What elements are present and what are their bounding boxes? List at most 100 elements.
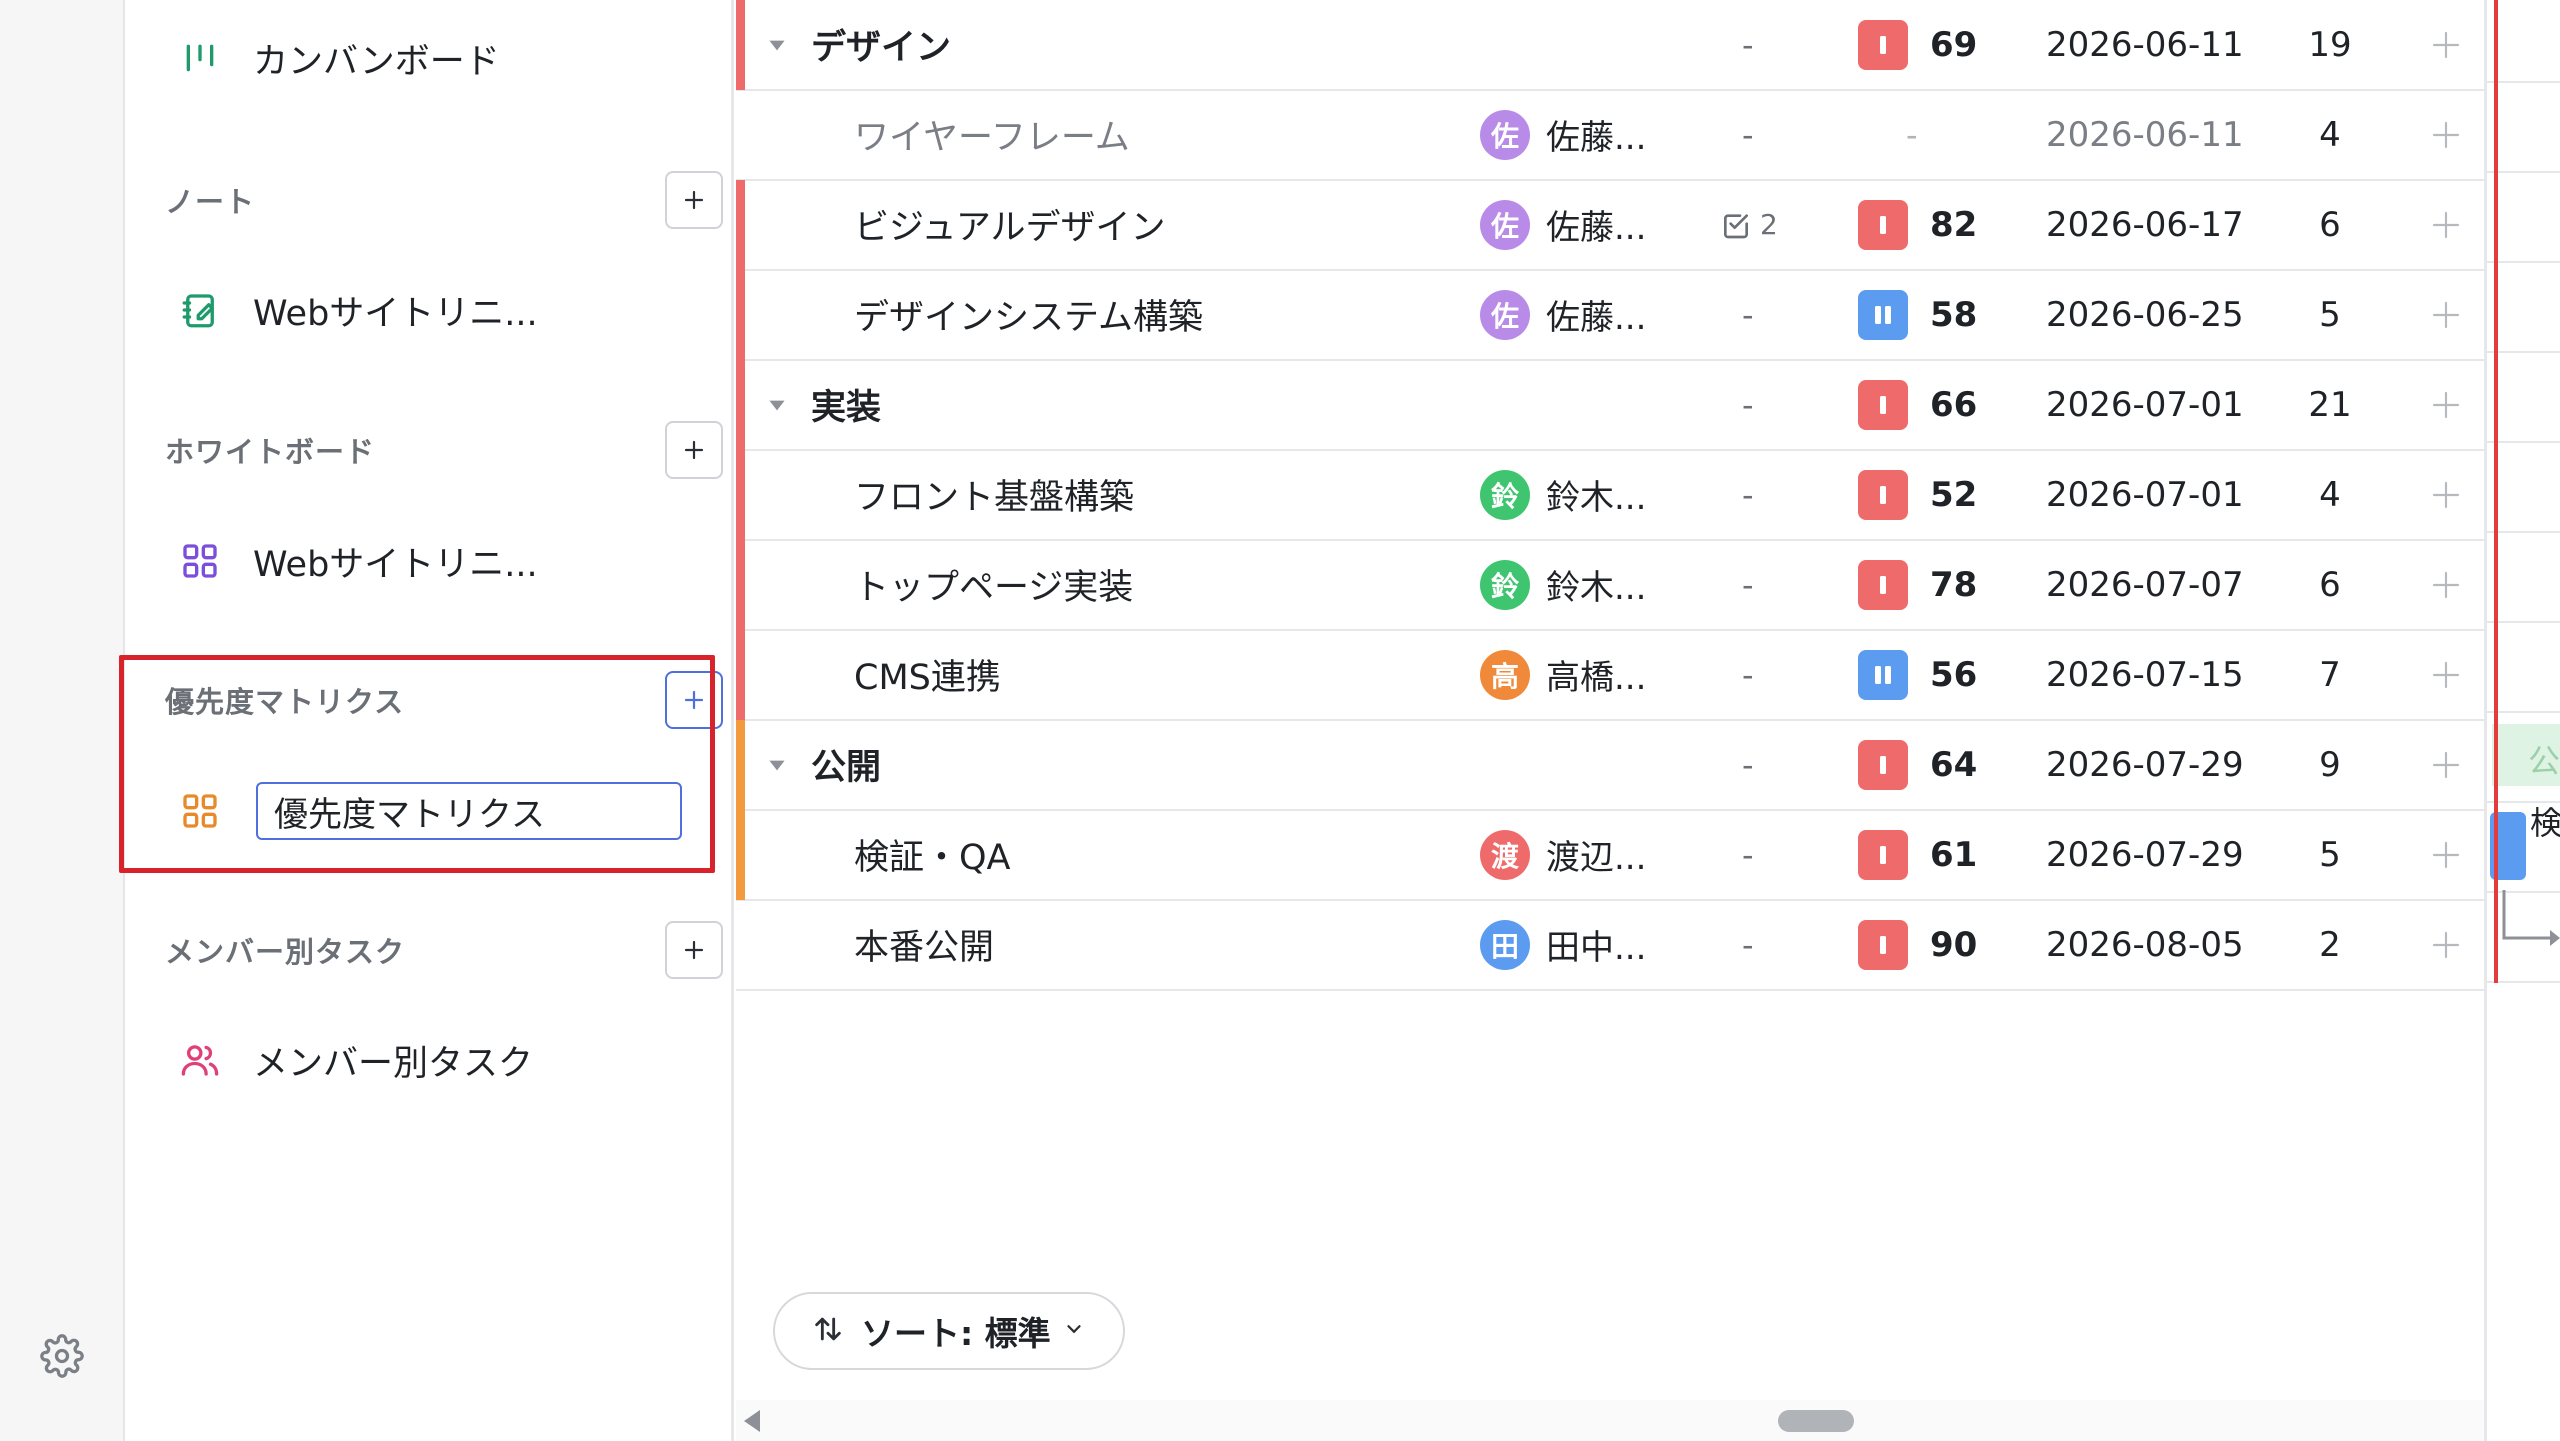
- whiteboard-icon: [177, 538, 223, 584]
- add-subtask-icon[interactable]: [2430, 900, 2462, 989]
- collapse-caret-icon[interactable]: [764, 0, 790, 89]
- assignee-cell[interactable]: 鈴鈴木...: [1480, 540, 1646, 629]
- task-name-cell[interactable]: フロント基盤構築: [854, 450, 1134, 539]
- count-value: 7: [2319, 654, 2341, 695]
- group-row[interactable]: 公開 - 64 2026-07-29 9: [736, 720, 2498, 811]
- priority-cell[interactable]: -: [1906, 90, 1918, 179]
- count-value: 9: [2319, 744, 2341, 785]
- avatar: 鈴: [1480, 559, 1530, 610]
- assignee-cell[interactable]: 田田中...: [1480, 900, 1646, 989]
- task-row[interactable]: CMS連携 高高橋... - 56 2026-07-15 7: [736, 630, 2498, 721]
- assignee-cell[interactable]: 渡渡辺...: [1480, 810, 1646, 899]
- horizontal-scrollbar[interactable]: [736, 1400, 2498, 1441]
- priority-cell[interactable]: 66: [1858, 360, 1977, 449]
- status-stripe: [736, 0, 745, 90]
- status-stripe: [736, 630, 745, 720]
- task-name-cell[interactable]: デザイン: [811, 0, 951, 89]
- add-subtask-icon[interactable]: [2430, 810, 2462, 899]
- scroll-left-icon[interactable]: [744, 1410, 760, 1432]
- priority-cell[interactable]: 61: [1858, 810, 1977, 899]
- add-subtask-icon[interactable]: [2430, 450, 2462, 539]
- due-date-cell[interactable]: 2026-06-17: [2046, 180, 2244, 269]
- checklist-cell: -: [1742, 720, 1754, 809]
- due-date-cell[interactable]: 2026-07-29: [2046, 810, 2244, 899]
- due-date-cell[interactable]: 2026-07-29: [2046, 720, 2244, 809]
- group-row[interactable]: 実装 - 66 2026-07-01 21: [736, 360, 2498, 451]
- add-subtask-icon[interactable]: [2430, 180, 2462, 269]
- task-name: CMS連携: [854, 658, 1001, 698]
- task-name: デザイン: [811, 28, 952, 68]
- task-name-cell[interactable]: ワイヤーフレーム: [854, 90, 1130, 179]
- add-subtask-icon[interactable]: [2430, 360, 2462, 449]
- add-subtask-icon[interactable]: [2430, 630, 2462, 719]
- due-date-cell[interactable]: 2026-07-01: [2046, 450, 2244, 539]
- gantt-bar-label: 公開: [2528, 742, 2560, 780]
- task-row[interactable]: デザインシステム構築 佐佐藤... - 58 2026-06-25 5: [736, 270, 2498, 361]
- priority-cell[interactable]: 56: [1858, 630, 1977, 719]
- group-row[interactable]: デザイン - 69 2026-06-11 19: [736, 0, 2498, 91]
- priority-score: 69: [1930, 24, 1978, 65]
- task-name-cell[interactable]: 本番公開: [854, 900, 994, 989]
- task-name-cell[interactable]: CMS連携: [854, 630, 1001, 719]
- collapse-caret-icon[interactable]: [764, 360, 790, 449]
- priority-cell[interactable]: 82: [1858, 180, 1977, 269]
- assignee-cell[interactable]: 高高橋...: [1480, 630, 1646, 719]
- priority-score: 64: [1930, 744, 1978, 785]
- scrollbar-thumb[interactable]: [1778, 1410, 1854, 1432]
- sidebar-item-member-tasks[interactable]: メンバー別タスク: [177, 1025, 717, 1095]
- collapse-caret-icon[interactable]: [764, 720, 790, 809]
- assignee-cell[interactable]: 佐佐藤...: [1480, 270, 1646, 359]
- section-header-whiteboard: ホワイトボード: [165, 418, 725, 482]
- add-subtask-icon[interactable]: [2430, 0, 2462, 89]
- due-date-cell[interactable]: 2026-06-11: [2046, 0, 2244, 89]
- priority-score: 82: [1930, 204, 1978, 245]
- sidebar-item-note[interactable]: Webサイトリニ...: [177, 275, 717, 345]
- task-row[interactable]: ビジュアルデザイン 佐佐藤... 2 82 2026-06-17 6: [736, 180, 2498, 271]
- sort-button[interactable]: ソート: 標準: [773, 1292, 1125, 1370]
- priority-cell[interactable]: 52: [1858, 450, 1977, 539]
- assignee-cell[interactable]: 佐佐藤...: [1480, 90, 1646, 179]
- task-name-cell[interactable]: ビジュアルデザイン: [854, 180, 1166, 269]
- priority-cell[interactable]: 64: [1858, 720, 1977, 809]
- priority-score: 78: [1930, 564, 1978, 605]
- add-subtask-icon[interactable]: [2430, 540, 2462, 629]
- checklist-cell: 2: [1720, 180, 1778, 269]
- task-name-cell[interactable]: デザインシステム構築: [854, 270, 1203, 359]
- priority-cell[interactable]: 58: [1858, 270, 1977, 359]
- due-date-cell[interactable]: 2026-08-05: [2046, 900, 2244, 989]
- settings-gear-icon[interactable]: [36, 1330, 88, 1382]
- assignee-cell[interactable]: 佐佐藤...: [1480, 180, 1646, 269]
- task-row[interactable]: 本番公開 田田中... - 90 2026-08-05 2: [736, 900, 2498, 991]
- task-row[interactable]: トップページ実装 鈴鈴木... - 78 2026-07-07 6: [736, 540, 2498, 631]
- checklist-cell: -: [1742, 0, 1754, 89]
- task-name-cell[interactable]: 実装: [811, 360, 881, 449]
- assignee-cell[interactable]: 鈴鈴木...: [1480, 450, 1646, 539]
- priority-cell[interactable]: 90: [1858, 900, 1977, 989]
- add-subtask-icon[interactable]: [2430, 720, 2462, 809]
- add-whiteboard-button[interactable]: [665, 421, 723, 479]
- priority-cell[interactable]: 78: [1858, 540, 1977, 629]
- task-row[interactable]: ワイヤーフレーム 佐佐藤... - - 2026-06-11 4: [736, 90, 2498, 181]
- add-subtask-icon[interactable]: [2430, 90, 2462, 179]
- due-date-cell[interactable]: 2026-06-11: [2046, 90, 2244, 179]
- due-date-cell[interactable]: 2026-07-07: [2046, 540, 2244, 629]
- add-member-tasks-button[interactable]: [665, 921, 723, 979]
- sidebar-item-whiteboard[interactable]: Webサイトリニ...: [177, 526, 717, 596]
- due-date-cell[interactable]: 2026-07-15: [2046, 630, 2244, 719]
- due-date-cell[interactable]: 2026-06-25: [2046, 270, 2244, 359]
- task-name-cell[interactable]: 検証・QA: [854, 810, 1011, 899]
- priority-score: 90: [1930, 924, 1978, 965]
- task-name-cell[interactable]: 公開: [811, 720, 881, 809]
- task-name: ビジュアルデザイン: [854, 208, 1166, 248]
- checklist-cell: -: [1742, 630, 1754, 719]
- task-row[interactable]: フロント基盤構築 鈴鈴木... - 52 2026-07-01 4: [736, 450, 2498, 541]
- avatar: 佐: [1480, 109, 1530, 160]
- priority-cell[interactable]: 69: [1858, 0, 1977, 89]
- task-row[interactable]: 検証・QA 渡渡辺... - 61 2026-07-29 5: [736, 810, 2498, 901]
- sidebar-item-kanban[interactable]: カンバンボード: [177, 23, 717, 93]
- task-name-cell[interactable]: トップページ実装: [854, 540, 1133, 629]
- add-subtask-icon[interactable]: [2430, 270, 2462, 359]
- section-header-notes: ノート: [165, 168, 725, 232]
- add-note-button[interactable]: [665, 171, 723, 229]
- due-date-cell[interactable]: 2026-07-01: [2046, 360, 2244, 449]
